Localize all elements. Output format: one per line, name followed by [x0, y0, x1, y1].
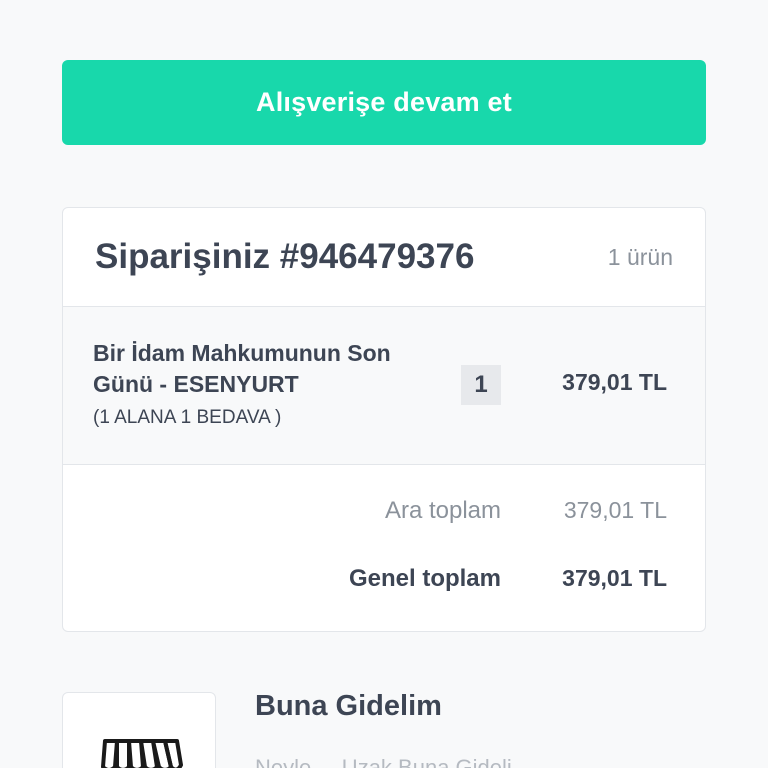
order-item-row: Bir İdam Mahkumunun Son Günü - ESENYURT … — [63, 307, 705, 465]
store-description: Neyle ... Uzak Buna Gideli — [255, 755, 512, 768]
subtotal-value: 379,01 TL — [563, 497, 667, 523]
grand-total-label: Genel toplam — [348, 565, 501, 592]
item-price: 379,01 TL — [562, 369, 667, 395]
order-title: Siparişiniz #946479376 — [95, 237, 475, 276]
order-item-count: 1 ürün — [607, 243, 673, 270]
item-quantity: 1 — [461, 365, 501, 405]
order-header: Siparişiniz #946479376 1 ürün — [63, 208, 705, 307]
continue-shopping-button[interactable]: Alışverişe devam et — [62, 60, 706, 145]
store-logo[interactable] — [62, 692, 216, 768]
subtotal-label: Ara toplam — [384, 497, 501, 524]
item-subtitle: (1 ALANA 1 BEDAVA ) — [93, 407, 282, 428]
order-summary-card: Siparişiniz #946479376 1 ürün Bir İdam M… — [62, 207, 706, 632]
item-name[interactable]: Bir İdam Mahkumunun Son Günü - ESENYURT — [93, 338, 423, 400]
grand-total-value: 379,01 TL — [562, 565, 667, 591]
storefront-awning-icon — [101, 739, 183, 768]
store-name[interactable]: Buna Gidelim — [255, 690, 442, 723]
order-totals: Ara toplam 379,01 TL Genel toplam 379,01… — [63, 465, 705, 631]
